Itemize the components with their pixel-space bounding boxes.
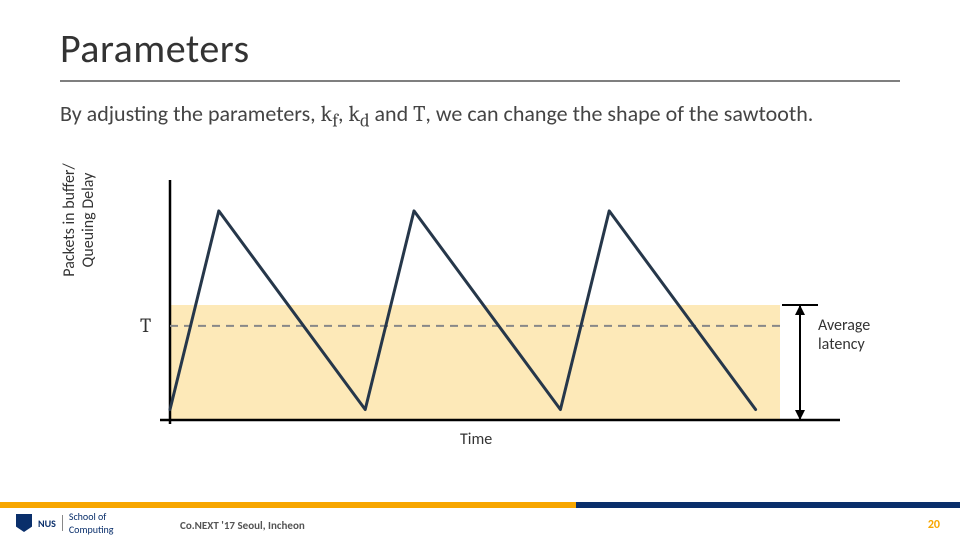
sym-kf: k [321,101,333,127]
slide: Parameters By adjusting the parameters, … [0,0,960,540]
text-and: and [370,100,414,127]
page-title: Parameters [60,24,250,73]
footer: NUS School of Computing Co.NEXT '17 Seou… [0,506,960,540]
y-axis-label: Packets in buffer/ Queuing Delay [60,130,98,310]
nus-crest-icon [16,514,32,532]
avg-latency-label: Average latency [818,316,870,354]
avg-arrow-up-icon [795,305,805,315]
footer-logo: NUS School of Computing [16,510,113,536]
sym-kd: k [348,101,360,127]
sym-T: T [413,101,425,127]
sep1: , [338,100,348,127]
footer-org-school: School of Computing [69,510,114,536]
body-text: By adjusting the parameters, kf, kd and … [60,100,900,133]
footer-org-nus: NUS [38,517,56,530]
footer-accent-bar [0,502,960,508]
footer-venue: Co.NEXT '17 Seoul, Incheon [180,519,305,532]
sym-kd-sub: d [360,110,370,131]
footer-page-number: 20 [928,518,940,532]
chart: Packets in buffer/ Queuing Delay T Time … [80,170,880,450]
threshold-T-label: T [140,314,151,337]
footer-divider [62,515,63,531]
chart-svg [80,170,880,450]
x-axis-label: Time [460,430,492,449]
title-rule [60,80,900,82]
text-post: , we can change the shape of the sawtoot… [425,100,813,127]
shaded-band [170,305,780,420]
text-pre: By adjusting the parameters, [60,100,321,127]
avg-arrow-down-icon [795,410,805,420]
